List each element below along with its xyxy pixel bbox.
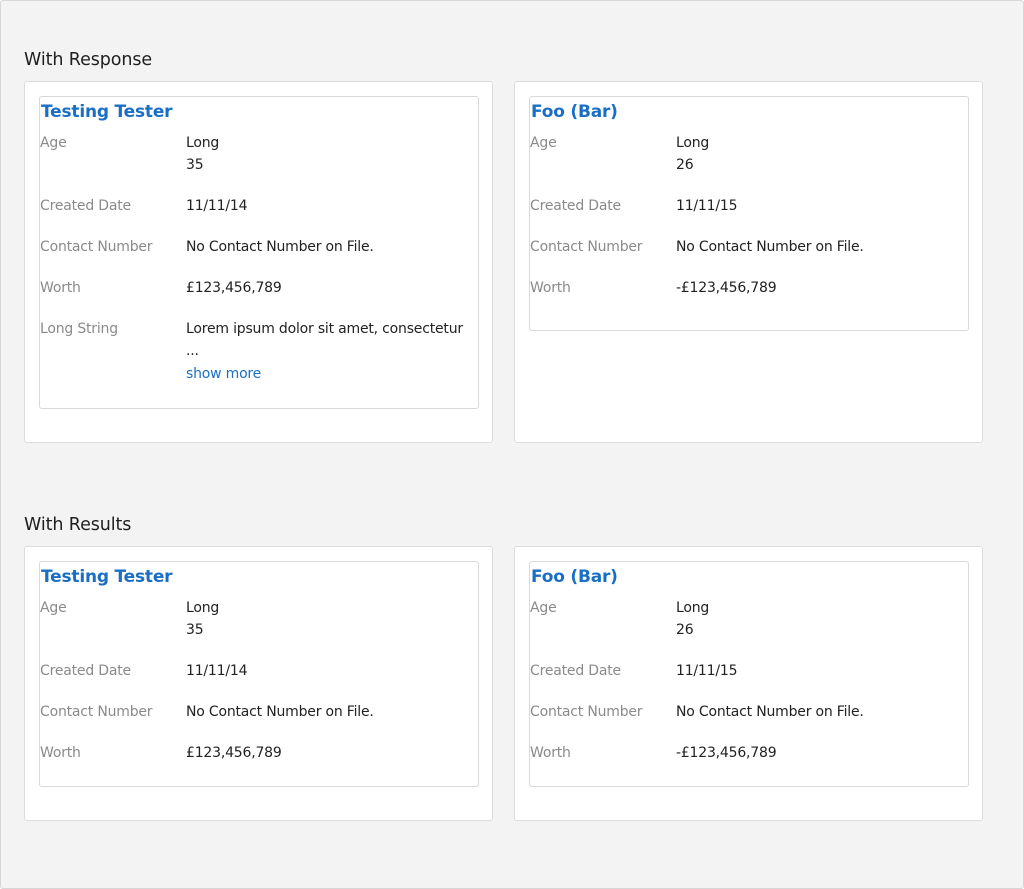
field-label: Created Date (530, 663, 621, 679)
field-value: £123,456,789 (186, 280, 282, 296)
section-with-results: Testing Tester Age Long 35 Created Date … (24, 546, 983, 821)
result-card: Testing Tester Age Long 35 Created Date … (24, 81, 493, 443)
section-with-response: Testing Tester Age Long 35 Created Date … (24, 81, 983, 443)
long-string-text: Lorem ipsum dolor sit amet, consectetur (186, 321, 463, 337)
field-age: Age Long 26 (530, 132, 968, 176)
field-value: 11/11/14 (186, 198, 248, 214)
age-type: Long (676, 135, 710, 151)
field-created-date: Created Date 11/11/14 (40, 660, 478, 682)
field-worth: Worth -£123,456,789 (530, 742, 968, 764)
field-value: £123,456,789 (186, 745, 282, 761)
field-label: Created Date (40, 198, 131, 214)
field-long-string: Long String Lorem ipsum dolor sit amet, … (40, 318, 478, 385)
field-label: Contact Number (530, 704, 643, 720)
field-created-date: Created Date 11/11/15 (530, 195, 968, 217)
field-contact-number: Contact Number No Contact Number on File… (40, 236, 478, 258)
record-panel: Testing Tester Age Long 35 Created Date … (39, 561, 479, 787)
field-value: No Contact Number on File. (186, 239, 374, 255)
field-contact-number: Contact Number No Contact Number on File… (530, 236, 968, 258)
field-value: Long 26 (676, 132, 709, 176)
field-label: Created Date (530, 198, 621, 214)
field-label: Age (40, 135, 67, 151)
long-string-ellipsis: ... (186, 343, 199, 359)
field-age: Age Long 26 (530, 597, 968, 641)
age-type: Long (186, 135, 220, 151)
field-label: Age (40, 600, 67, 616)
field-created-date: Created Date 11/11/15 (530, 660, 968, 682)
field-label: Worth (40, 745, 81, 761)
age-value: 35 (186, 622, 204, 638)
page-frame: With Response Testing Tester Age Long 35… (0, 0, 1024, 889)
age-type: Long (186, 600, 220, 616)
result-card: Testing Tester Age Long 35 Created Date … (24, 546, 493, 821)
field-value: 11/11/14 (186, 663, 248, 679)
field-value: -£123,456,789 (676, 280, 777, 296)
record-title-link[interactable]: Testing Tester (40, 100, 478, 124)
field-label: Worth (40, 280, 81, 296)
result-card: Foo (Bar) Age Long 26 Created Date 11/11… (514, 546, 983, 821)
field-label: Worth (530, 280, 571, 296)
field-label: Created Date (40, 663, 131, 679)
field-age: Age Long 35 (40, 597, 478, 641)
field-contact-number: Contact Number No Contact Number on File… (530, 701, 968, 723)
record-title-link[interactable]: Testing Tester (40, 565, 478, 589)
field-label: Contact Number (40, 704, 153, 720)
field-value: No Contact Number on File. (676, 239, 864, 255)
field-label: Age (530, 600, 557, 616)
record-panel: Testing Tester Age Long 35 Created Date … (39, 96, 479, 409)
field-value: 11/11/15 (676, 198, 738, 214)
field-worth: Worth £123,456,789 (40, 742, 478, 764)
field-worth: Worth -£123,456,789 (530, 277, 968, 299)
age-value: 35 (186, 157, 204, 173)
age-type: Long (676, 600, 710, 616)
field-contact-number: Contact Number No Contact Number on File… (40, 701, 478, 723)
section-title-with-response: With Response (24, 50, 153, 70)
field-worth: Worth £123,456,789 (40, 277, 478, 299)
field-value: 11/11/15 (676, 663, 738, 679)
field-label: Age (530, 135, 557, 151)
show-more-link[interactable]: show more (186, 363, 463, 385)
record-panel: Foo (Bar) Age Long 26 Created Date 11/11… (529, 96, 969, 331)
field-value: Long 35 (186, 597, 219, 641)
field-value: No Contact Number on File. (186, 704, 374, 720)
field-value: No Contact Number on File. (676, 704, 864, 720)
field-value: -£123,456,789 (676, 745, 777, 761)
field-created-date: Created Date 11/11/14 (40, 195, 478, 217)
field-label: Worth (530, 745, 571, 761)
field-label: Contact Number (40, 239, 153, 255)
field-label: Contact Number (530, 239, 643, 255)
field-label: Long String (40, 321, 118, 337)
field-value: Long 26 (676, 597, 709, 641)
record-panel: Foo (Bar) Age Long 26 Created Date 11/11… (529, 561, 969, 787)
field-age: Age Long 35 (40, 132, 478, 176)
age-value: 26 (676, 622, 694, 638)
record-title-link[interactable]: Foo (Bar) (530, 565, 968, 589)
section-title-with-results: With Results (24, 515, 132, 535)
record-title-link[interactable]: Foo (Bar) (530, 100, 968, 124)
field-value: Lorem ipsum dolor sit amet, consectetur … (186, 318, 463, 385)
result-card: Foo (Bar) Age Long 26 Created Date 11/11… (514, 81, 983, 443)
field-value: Long 35 (186, 132, 219, 176)
age-value: 26 (676, 157, 694, 173)
